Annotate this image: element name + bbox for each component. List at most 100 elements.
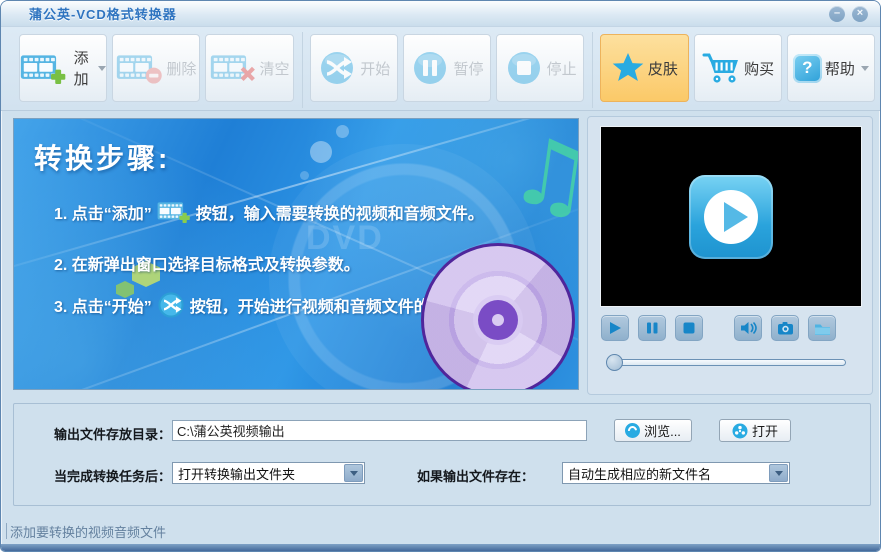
open-button-label: 打开 [751, 424, 778, 439]
instruction-step-1: 1. 点击“添加” 按钮，输入需要转换的视频和音频文件。 [54, 199, 484, 224]
stop-icon [504, 48, 544, 88]
clear-button-label: 清空 [259, 60, 290, 78]
film-remove-icon [116, 51, 163, 85]
after-task-value: 打开转换输出文件夹 [178, 466, 296, 482]
instructions-panel: ♫ DVD 转换步骤: 1. 点击“添加” 按钮，输入需要转换的视频和音频文件。… [13, 118, 579, 390]
star-icon [611, 51, 645, 85]
play-circle [704, 189, 758, 244]
minimize-icon: – [833, 6, 841, 19]
music-note-icon: ♫ [502, 118, 579, 234]
stop-button-label: 停止 [546, 60, 577, 78]
film-add-icon [20, 51, 67, 85]
after-task-arrow-button[interactable] [344, 464, 363, 482]
pause-button-label: 暂停 [453, 60, 484, 78]
help-dropdown-arrow-icon [860, 65, 869, 71]
pause-button[interactable]: 暂停 [402, 34, 492, 102]
after-task-dropdown[interactable]: 打开转换输出文件夹 [172, 462, 365, 484]
seek-knob[interactable] [606, 354, 623, 371]
close-button[interactable]: × [852, 5, 868, 22]
add-button[interactable]: 添加 [19, 34, 108, 102]
player-stop-icon [683, 322, 695, 334]
browse-icon [625, 423, 641, 438]
player-folder-button[interactable] [808, 315, 836, 341]
statusbar-divider [6, 523, 7, 539]
player-panel [587, 116, 873, 395]
dvd-disc-graphic [421, 243, 575, 389]
status-bar: 添加要转换的视频音频文件 [3, 518, 878, 544]
volume-icon [741, 321, 757, 335]
after-task-label: 当完成转换任务后： [54, 469, 172, 484]
player-play-icon [610, 322, 621, 334]
add-dropdown-arrow-icon [98, 65, 107, 71]
add-button-label: 添加 [73, 50, 89, 88]
instruction-step-3: 3. 点击“开始” 按钮，开始进行视频和音频文件的转换。 [54, 291, 478, 319]
if-exists-dropdown[interactable]: 自动生成相应的新文件名 [562, 462, 790, 484]
player-pause-button[interactable] [638, 315, 666, 341]
help-icon: ? [792, 53, 822, 83]
browse-button[interactable]: 浏览... [614, 419, 692, 442]
player-volume-button[interactable] [734, 315, 762, 341]
seek-track[interactable] [609, 359, 846, 366]
delete-button-label: 删除 [166, 60, 197, 78]
toolbar-separator [592, 32, 594, 108]
decor-bubble [336, 125, 349, 138]
step2-text: 2. 在新弹出窗口选择目标格式及转换参数。 [54, 257, 360, 274]
delete-button[interactable]: 删除 [112, 34, 201, 102]
film-clear-icon [210, 51, 257, 85]
output-dir-label: 输出文件存放目录： [54, 427, 172, 442]
chevron-down-icon [774, 470, 783, 476]
status-text: 添加要转换的视频音频文件 [10, 524, 167, 540]
app-window: 蒲公英-VCD格式转换器 – × 添加 删除 清空 开始 暂停 停止 皮肤 购买… [0, 0, 881, 552]
start-button-label: 开始 [360, 60, 391, 78]
start-button[interactable]: 开始 [309, 34, 398, 102]
window-bottom-edge [1, 544, 880, 551]
folder-icon [814, 324, 830, 335]
if-exists-value: 自动生成相应的新文件名 [568, 466, 712, 482]
step3-prefix: 3. 点击“开始” [54, 299, 152, 316]
player-stop-button[interactable] [675, 315, 703, 341]
step1-prefix: 1. 点击“添加” [54, 205, 152, 223]
stop-button[interactable]: 停止 [496, 34, 585, 102]
seek-slider [606, 354, 846, 371]
video-preview [600, 126, 862, 307]
help-button-label: 帮助 [824, 60, 855, 78]
if-exists-arrow-button[interactable] [769, 464, 788, 482]
decor-bubble [300, 171, 309, 180]
player-controls [601, 315, 836, 341]
open-reel-icon [732, 423, 748, 439]
help-button[interactable]: ? 帮助 [786, 34, 875, 102]
cart-icon [701, 51, 741, 85]
decor-bubble [310, 141, 332, 163]
player-pause-icon [647, 322, 658, 334]
buy-button[interactable]: 购买 [693, 34, 782, 102]
output-dir-input[interactable] [172, 420, 587, 441]
output-settings-panel: 输出文件存放目录： 浏览... 打开 当完成转换任务后： 打开转换输出文件夹 如… [13, 403, 871, 506]
player-snapshot-button[interactable] [771, 315, 799, 341]
disc-center [478, 300, 518, 340]
start-inline-icon [157, 291, 185, 319]
minimize-button[interactable]: – [829, 5, 845, 22]
start-convert-icon [317, 48, 357, 88]
question-glyph: ? [802, 58, 813, 77]
browse-icon-swirl [626, 424, 639, 437]
player-play-button[interactable] [601, 315, 629, 341]
window-controls: – × [829, 5, 868, 22]
chevron-down-icon [349, 470, 358, 476]
play-overlay-button[interactable] [689, 174, 773, 259]
instruction-step-2: 2. 在新弹出窗口选择目标格式及转换参数。 [54, 251, 360, 275]
step1-suffix: 按钮，输入需要转换的视频和音频文件。 [195, 205, 484, 223]
film-add-inline-icon [157, 199, 191, 224]
disc-hole [492, 314, 504, 326]
instructions-heading: 转换步骤: [34, 143, 171, 174]
pause-icon [410, 48, 450, 88]
toolbar: 添加 删除 清空 开始 暂停 停止 皮肤 购买 ? 帮助 [1, 27, 880, 111]
close-icon: × [856, 6, 864, 19]
buy-button-label: 购买 [744, 60, 775, 78]
play-triangle-icon [723, 201, 748, 232]
toolbar-separator [301, 32, 303, 108]
clear-button[interactable]: 清空 [205, 34, 294, 102]
skin-button[interactable]: 皮肤 [600, 34, 689, 102]
open-button[interactable]: 打开 [719, 419, 791, 442]
skin-button-label: 皮肤 [647, 60, 678, 78]
if-exists-label: 如果输出文件存在： [417, 469, 535, 484]
